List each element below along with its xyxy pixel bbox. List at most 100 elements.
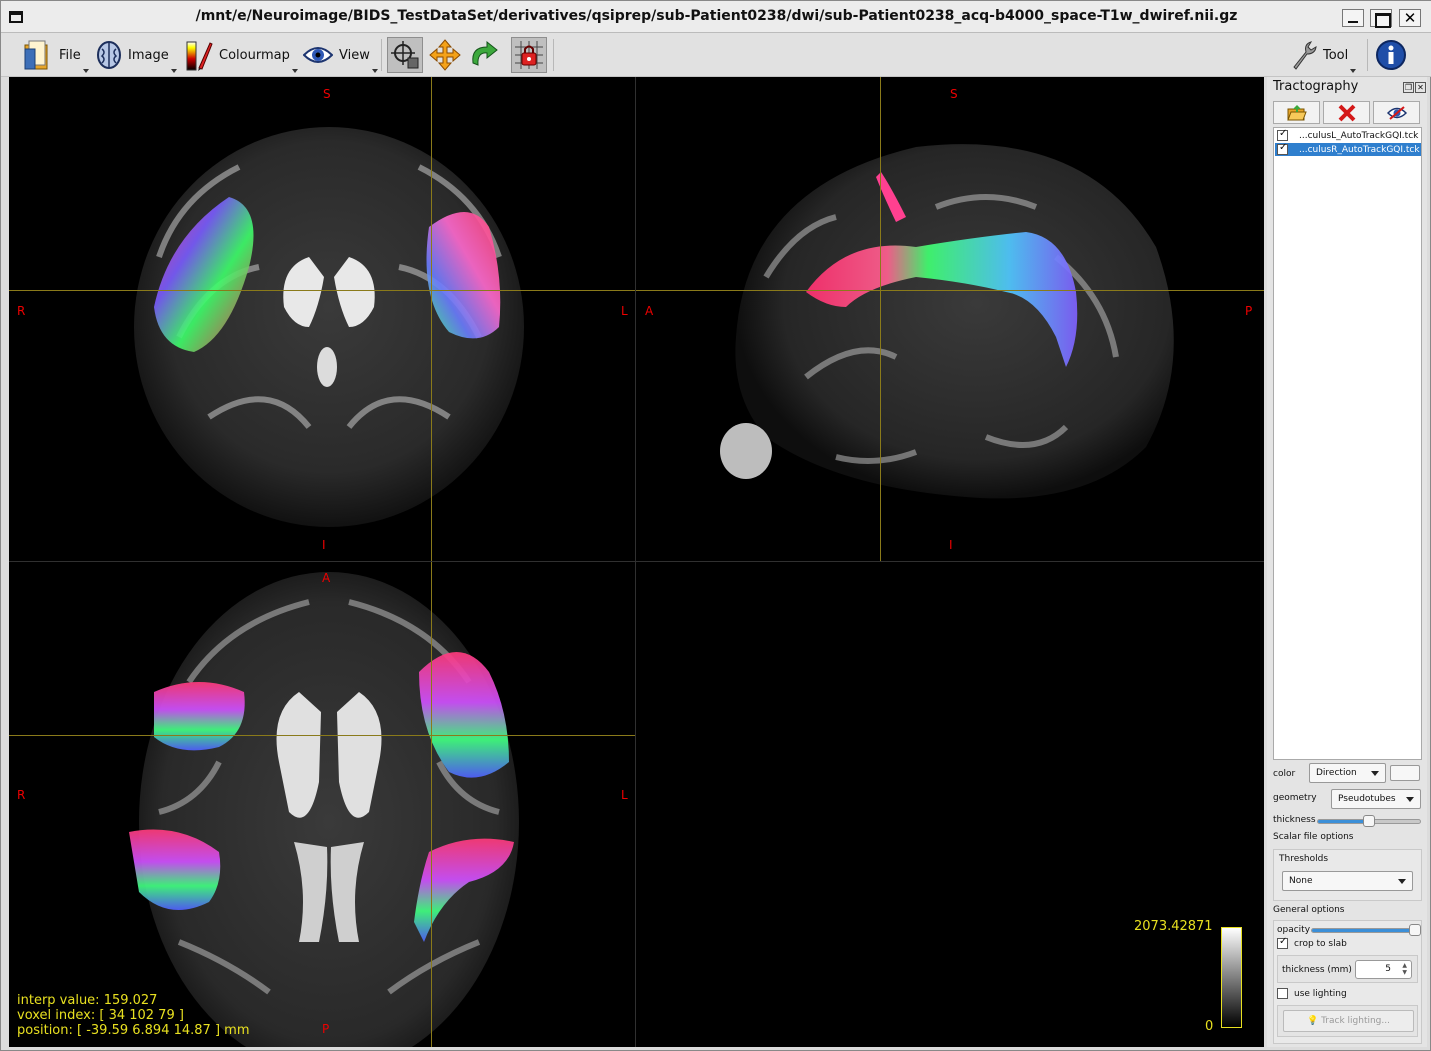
track-list[interactable]: ...culusL_AutoTrackGQI.tck ...culusR_Aut… xyxy=(1273,127,1422,760)
toolbar-separator xyxy=(1367,39,1368,71)
thickness-slider[interactable] xyxy=(1317,815,1421,827)
thresholds-select[interactable]: None xyxy=(1282,871,1413,891)
crosshair-horizontal xyxy=(9,290,635,291)
opacity-slider[interactable] xyxy=(1311,924,1421,936)
crosshair-vertical xyxy=(880,77,881,561)
chevron-down-icon xyxy=(1350,69,1357,73)
color-mode-value: Direction xyxy=(1316,768,1357,778)
slab-thickness-value: 5 xyxy=(1385,964,1391,974)
colourmap-menu-label: Colourmap xyxy=(219,47,290,63)
grid-lock-icon xyxy=(515,41,543,69)
thresholds-group: Thresholds None xyxy=(1273,849,1422,901)
orientation-posterior: P xyxy=(1245,304,1253,318)
title-bar: /mnt/e/Neuroimage/BIDS_TestDataSet/deriv… xyxy=(1,1,1431,33)
crop-to-slab-checkbox[interactable] xyxy=(1277,936,1288,949)
tool-menu-label: Tool xyxy=(1323,47,1349,63)
slab-thickness-spinbox[interactable]: 5 ▲ ▼ xyxy=(1355,960,1412,979)
slab-thickness-group: thickness (mm) 5 ▲ ▼ xyxy=(1277,955,1418,983)
track-lighting-button[interactable]: 💡 Track lighting... xyxy=(1283,1010,1414,1032)
rotate-arrow-icon xyxy=(472,40,498,66)
pan-mode-button[interactable] xyxy=(427,37,463,73)
panel-title: Tractography xyxy=(1273,79,1359,94)
mrview-window: /mnt/e/Neuroimage/BIDS_TestDataSet/deriv… xyxy=(0,0,1431,1051)
use-lighting-toggle[interactable]: use lighting xyxy=(1277,988,1347,999)
file-menu-button[interactable]: File xyxy=(23,37,89,73)
orientation-inferior: I xyxy=(949,538,953,552)
close-tracks-button[interactable] xyxy=(1323,101,1370,124)
thickness-slider-handle[interactable] xyxy=(1363,815,1375,827)
coronal-view[interactable]: S I R L xyxy=(9,77,635,561)
colourmap-menu-button[interactable]: Colourmap xyxy=(185,37,298,73)
minimize-button[interactable] xyxy=(1342,9,1364,27)
chevron-down-icon xyxy=(291,69,298,73)
move-arrows-icon xyxy=(429,39,461,71)
open-tracks-button[interactable] xyxy=(1273,101,1320,124)
image-viewport[interactable]: S I R L S I A P A P R L interp value: 15… xyxy=(9,77,1264,1047)
view-divider xyxy=(9,561,1264,562)
chevron-down-icon xyxy=(371,69,378,73)
axial-slice-image xyxy=(129,572,519,1047)
main-toolbar: File Image Colourmap View Tool xyxy=(1,33,1431,77)
tool-menu-button[interactable]: Tool xyxy=(1291,37,1357,73)
delete-x-icon xyxy=(1338,104,1355,121)
hide-tracks-button[interactable] xyxy=(1373,101,1420,124)
eye-icon xyxy=(303,47,333,63)
orientation-right: R xyxy=(17,304,26,318)
float-panel-icon[interactable]: ❐ xyxy=(1403,82,1414,93)
color-mode-select[interactable]: Direction xyxy=(1309,763,1386,783)
crop-to-slab-label: crop to slab xyxy=(1294,938,1347,949)
chevron-down-icon xyxy=(82,69,89,73)
wrench-icon xyxy=(1293,41,1317,70)
image-menu-button[interactable]: Image xyxy=(96,37,177,73)
orientation-right: R xyxy=(17,788,26,802)
track-visible-checkbox[interactable] xyxy=(1277,128,1288,141)
file-menu-label: File xyxy=(59,47,81,63)
general-options-heading: General options xyxy=(1273,905,1345,915)
slab-thickness-label: thickness (mm) xyxy=(1282,965,1352,975)
view-menu-label: View xyxy=(339,47,370,63)
thresholds-value: None xyxy=(1289,876,1313,886)
track-visible-checkbox[interactable] xyxy=(1277,142,1288,155)
track-lighting-label: Track lighting... xyxy=(1321,1016,1390,1026)
info-icon xyxy=(1376,40,1406,70)
orientation-posterior: P xyxy=(322,1022,330,1036)
opacity-slider-fill xyxy=(1312,929,1415,932)
info-button[interactable] xyxy=(1373,37,1409,73)
rotate-mode-button[interactable] xyxy=(465,37,501,73)
lightbulb-icon: 💡 xyxy=(1307,1016,1319,1026)
orientation-left: L xyxy=(621,304,628,318)
color-label: color xyxy=(1273,769,1296,779)
sagittal-slice-image xyxy=(720,144,1174,499)
chevron-down-icon xyxy=(1398,879,1406,884)
orientation-superior: S xyxy=(323,87,331,101)
lock-grid-button[interactable] xyxy=(511,37,547,73)
folder-open-icon xyxy=(1286,104,1307,120)
interp-value-readout: interp value: 159.027 xyxy=(17,993,158,1008)
maximize-button[interactable] xyxy=(1370,9,1392,28)
spin-arrows-icon[interactable]: ▲ ▼ xyxy=(1402,962,1407,976)
colorbar-min-label: 0 xyxy=(1205,1019,1214,1034)
orientation-superior: S xyxy=(950,87,958,101)
use-lighting-checkbox[interactable] xyxy=(1277,988,1288,999)
eye-hidden-icon xyxy=(1386,105,1407,120)
axial-view[interactable]: A P R L xyxy=(9,562,635,1047)
use-lighting-label: use lighting xyxy=(1294,988,1347,999)
close-panel-icon[interactable]: ✕ xyxy=(1415,82,1426,93)
orientation-anterior: A xyxy=(322,571,331,585)
view-menu-button[interactable]: View xyxy=(303,37,378,73)
crop-to-slab-toggle[interactable]: crop to slab xyxy=(1277,936,1347,949)
crosshair-horizontal xyxy=(636,290,1264,291)
color-swatch-button[interactable] xyxy=(1390,765,1420,781)
list-item[interactable]: ...culusL_AutoTrackGQI.tck xyxy=(1275,128,1421,142)
coronal-slice-image xyxy=(134,127,524,527)
crosshair-icon xyxy=(391,41,419,69)
list-item[interactable]: ...culusR_AutoTrackGQI.tck xyxy=(1275,142,1421,156)
close-button[interactable]: ✕ xyxy=(1399,9,1421,27)
toolbar-separator xyxy=(553,39,554,71)
brain-icon xyxy=(97,41,121,69)
sagittal-view[interactable]: S I A P xyxy=(636,77,1264,561)
crosshair-mode-button[interactable] xyxy=(387,37,423,73)
geometry-select[interactable]: Pseudotubes xyxy=(1331,789,1421,809)
opacity-slider-handle[interactable] xyxy=(1409,924,1421,936)
position-readout: position: [ -39.59 6.894 14.87 ] mm xyxy=(17,1023,250,1038)
